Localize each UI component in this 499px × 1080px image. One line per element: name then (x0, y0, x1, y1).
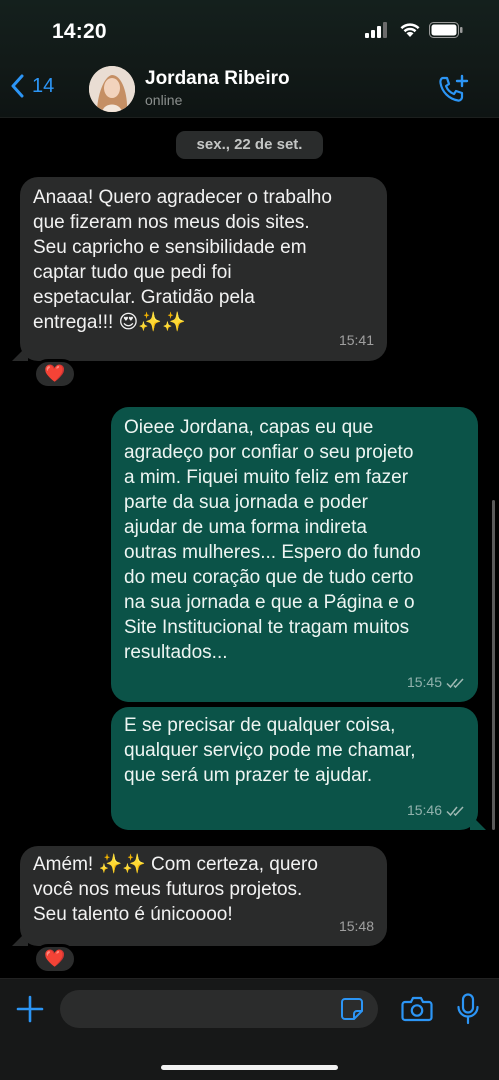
message-bubble-incoming[interactable]: Anaaa! Quero agradecer o trabalho que fi… (20, 177, 387, 361)
status-bar: 14:20 (0, 0, 499, 62)
message-bubble-outgoing[interactable]: E se precisar de qualquer coisa, qualque… (111, 707, 478, 830)
avatar[interactable] (89, 66, 135, 112)
chevron-left-icon (11, 74, 24, 98)
sticker-icon (341, 998, 363, 1020)
status-time: 14:20 (52, 20, 107, 43)
message-meta: 15:45 (407, 670, 466, 695)
signal-icon (365, 22, 387, 38)
message-meta: 15:41 (339, 328, 374, 353)
add-call-icon (439, 74, 469, 102)
message-text: Oieee Jordana, capas eu que agradeço por… (124, 417, 421, 663)
microphone-icon (457, 993, 479, 1025)
wifi-icon (400, 23, 420, 37)
message-bubble-outgoing[interactable]: Oieee Jordana, capas eu que agradeço por… (111, 407, 478, 702)
contact-status: online (145, 92, 183, 108)
avatar-photo (89, 66, 135, 112)
date-separator: sex., 22 de set. (176, 131, 323, 159)
back-button[interactable]: 14 (10, 74, 54, 98)
add-call-button[interactable] (437, 74, 469, 109)
message-time: 15:45 (406, 674, 442, 690)
scrollbar[interactable] (492, 500, 495, 830)
message-text: Amém! ✨✨ Com certeza, quero você nos meu… (33, 854, 318, 925)
sticker-button[interactable] (340, 997, 364, 1026)
home-indicator[interactable] (161, 1065, 338, 1070)
double-check-icon (446, 677, 464, 688)
microphone-button[interactable] (456, 993, 480, 1030)
message-meta: 15:48 (339, 914, 374, 939)
attach-button[interactable] (16, 995, 44, 1028)
camera-button[interactable] (401, 996, 433, 1027)
message-reaction[interactable]: ❤️ (33, 359, 77, 389)
double-check-icon (446, 805, 464, 816)
plus-icon (16, 995, 44, 1023)
battery-icon (429, 22, 463, 38)
message-input[interactable] (60, 990, 378, 1028)
message-time: 15:48 (338, 918, 374, 934)
contact-name[interactable]: Jordana Ribeiro (145, 68, 290, 90)
camera-icon (401, 996, 433, 1022)
chat-header: 14 Jordana Ribeiro online (0, 62, 499, 118)
unread-count: 14 (32, 74, 55, 97)
message-text: Anaaa! Quero agradecer o trabalho que fi… (33, 187, 332, 333)
message-time: 15:46 (406, 802, 442, 818)
message-text: E se precisar de qualquer coisa, qualque… (124, 715, 416, 786)
message-reaction[interactable]: ❤️ (33, 944, 77, 974)
message-bubble-incoming[interactable]: Amém! ✨✨ Com certeza, quero você nos meu… (20, 846, 387, 946)
status-icons (365, 22, 463, 38)
message-time: 15:41 (338, 332, 374, 348)
message-meta: 15:46 (407, 798, 466, 823)
